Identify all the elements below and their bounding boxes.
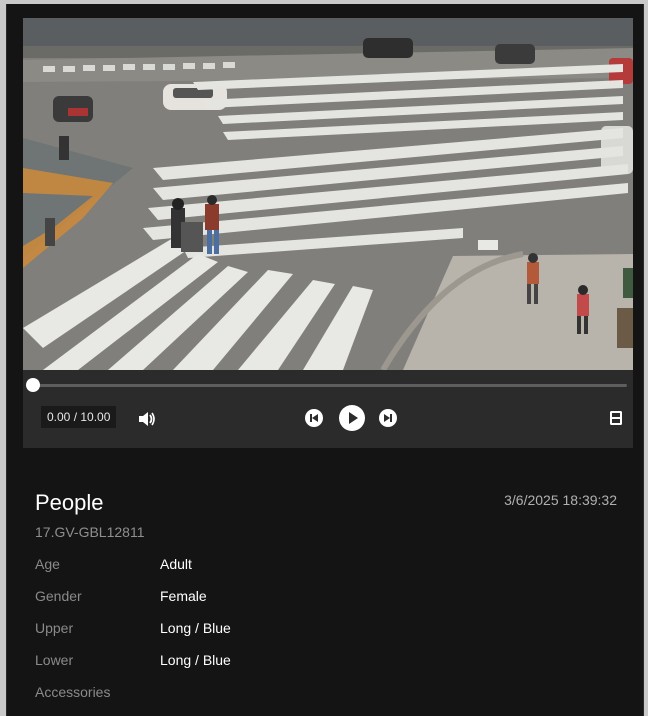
attribute-label: Lower [35, 652, 74, 668]
filmstrip-icon[interactable] [609, 410, 623, 426]
seek-track[interactable] [33, 384, 627, 387]
video-frame[interactable] [23, 18, 633, 370]
play-icon[interactable] [339, 405, 365, 431]
attribute-row-gender: Gender Female [35, 588, 595, 608]
crosswalk-scene-image [23, 18, 633, 370]
attribute-label: Accessories [35, 684, 111, 700]
event-type-title: People [35, 490, 104, 515]
device-name: 17.GV-GBL12811 [35, 524, 145, 540]
attribute-label: Age [35, 556, 60, 572]
attribute-value: Female [160, 588, 207, 604]
attribute-value: Adult [160, 556, 192, 572]
attribute-value: Long / Blue [160, 620, 231, 636]
seek-thumb[interactable] [26, 378, 40, 392]
attribute-value: Long / Blue [160, 652, 231, 668]
attribute-label: Upper [35, 620, 74, 636]
player-controls-bar: 0.00 / 10.00 [23, 370, 633, 448]
attribute-row-accessories: Accessories [35, 684, 595, 704]
attribute-row-upper: Upper Long / Blue [35, 620, 595, 640]
volume-icon[interactable] [137, 410, 157, 428]
skip-forward-icon[interactable] [379, 409, 397, 427]
event-detail-panel: 0.00 / 10.00 People 3/6/2025 18:39:32 17… [6, 4, 644, 716]
attribute-row-lower: Lower Long / Blue [35, 652, 595, 672]
event-timestamp: 3/6/2025 18:39:32 [504, 492, 617, 508]
time-display: 0.00 / 10.00 [41, 406, 117, 428]
skip-back-icon[interactable] [305, 409, 323, 427]
attribute-row-age: Age Adult [35, 556, 595, 576]
video-player: 0.00 / 10.00 [23, 18, 633, 448]
attribute-label: Gender [35, 588, 82, 604]
